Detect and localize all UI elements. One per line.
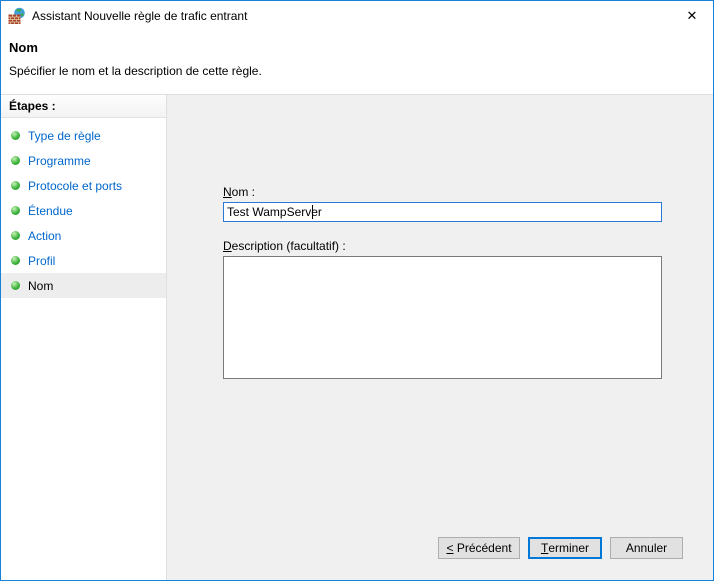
close-button[interactable]: ✕ [675,1,709,31]
sidebar-item-protocole-et-ports[interactable]: Protocole et ports [1,173,166,198]
name-input[interactable] [223,202,662,222]
sidebar-item-action[interactable]: Action [1,223,166,248]
wizard-button-row: < Précédent Terminer Annuler [438,537,683,559]
wizard-window: Assistant Nouvelle règle de trafic entra… [0,0,714,581]
step-label: Nom [28,278,54,293]
name-input-wrap [223,202,662,222]
step-complete-bullet-icon [11,181,20,190]
step-list: Type de règle Programme Protocole et por… [1,123,166,298]
titlebar: Assistant Nouvelle règle de trafic entra… [1,1,713,31]
description-textarea[interactable] [223,256,662,379]
sidebar-item-type-de-regle[interactable]: Type de règle [1,123,166,148]
firewall-icon [8,7,25,24]
step-label: Profil [28,253,56,268]
step-label: Programme [28,153,91,168]
description-field-label: Description (facultatif) : [223,239,346,253]
step-complete-bullet-icon [11,231,20,240]
step-complete-bullet-icon [11,206,20,215]
step-complete-bullet-icon [11,281,20,290]
step-label: Étendue [28,203,73,218]
text-caret [312,205,313,219]
page-subtitle: Spécifier le nom et la description de ce… [9,64,262,78]
close-icon: ✕ [686,8,698,23]
main-content: Nom : Description (facultatif) : < Précé… [167,95,713,580]
step-label: Type de règle [28,128,101,143]
sidebar-item-etendue[interactable]: Étendue [1,198,166,223]
sidebar-item-nom[interactable]: Nom [1,273,166,298]
step-complete-bullet-icon [11,156,20,165]
steps-sidebar: Étapes : Type de règle Programme Protoco… [1,95,167,580]
step-label: Protocole et ports [28,178,123,193]
sidebar-item-profil[interactable]: Profil [1,248,166,273]
wizard-header: Nom Spécifier le nom et la description d… [1,31,713,94]
step-complete-bullet-icon [11,256,20,265]
step-label: Action [28,228,62,243]
window-title: Assistant Nouvelle règle de trafic entra… [32,9,248,23]
previous-button[interactable]: < Précédent [438,537,520,559]
name-field-label: Nom : [223,185,256,199]
wizard-body: Étapes : Type de règle Programme Protoco… [1,94,713,580]
cancel-button[interactable]: Annuler [610,537,683,559]
sidebar-item-programme[interactable]: Programme [1,148,166,173]
page-title: Nom [9,40,38,55]
finish-button[interactable]: Terminer [528,537,602,559]
step-complete-bullet-icon [11,131,20,140]
steps-heading: Étapes : [1,95,166,118]
